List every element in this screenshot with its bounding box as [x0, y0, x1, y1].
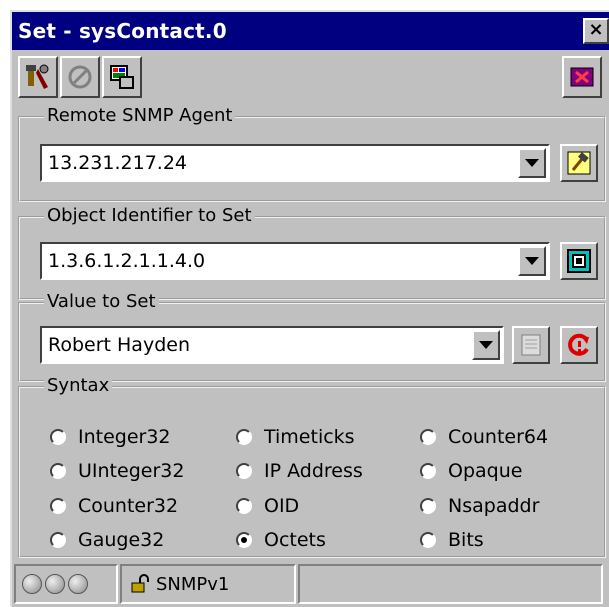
status-protocol: SNMPv1	[120, 564, 296, 604]
value-group: Value to Set Robert Hayden	[18, 291, 606, 382]
radio-button-icon	[236, 463, 252, 479]
close-icon: ×	[588, 19, 604, 40]
chevron-down-icon	[525, 257, 539, 265]
syntax-radio-timeticks[interactable]: Timeticks	[236, 426, 355, 448]
value-legend: Value to Set	[44, 291, 159, 312]
syntax-radio-uinteger32[interactable]: UInteger32	[50, 460, 184, 482]
syntax-radio-counter64[interactable]: Counter64	[420, 426, 548, 448]
oid-combobox[interactable]: 1.3.6.1.2.1.1.4.0	[40, 242, 550, 280]
tools-button[interactable]	[18, 56, 58, 98]
exit-button[interactable]	[562, 56, 602, 98]
unlocked-padlock-icon	[131, 574, 149, 593]
tools-icon	[26, 64, 49, 89]
radio-button-icon	[50, 532, 66, 548]
radio-button-icon	[50, 498, 66, 514]
syntax-radio-label: Nsapaddr	[448, 495, 540, 517]
status-led-icon	[45, 574, 65, 594]
radio-button-icon	[420, 429, 436, 445]
set-dialog-window: Set - sysContact.0 × Remote SNMP Agent 1…	[10, 10, 609, 607]
value-combobox[interactable]: Robert Hayden	[40, 326, 504, 364]
disabled-circle-icon	[68, 65, 92, 89]
value-dropdown-button[interactable]	[472, 330, 500, 360]
syntax-radio-opaque[interactable]: Opaque	[420, 460, 522, 482]
syntax-radio-ip-address[interactable]: IP Address	[236, 460, 363, 482]
radio-button-icon	[50, 463, 66, 479]
syntax-radio-label: UInteger32	[78, 460, 185, 482]
remote-agent-legend: Remote SNMP Agent	[44, 105, 236, 126]
protocol-label: SNMPv1	[156, 573, 230, 595]
radio-button-icon	[420, 532, 436, 548]
view-button[interactable]	[102, 56, 142, 98]
apply-set-button[interactable]	[560, 326, 598, 364]
syntax-radio-octets[interactable]: Octets	[236, 529, 326, 551]
syntax-radio-label: Opaque	[448, 460, 523, 482]
remote-agent-combobox[interactable]: 13.231.217.24	[40, 144, 550, 182]
status-led-icon	[22, 574, 42, 594]
radio-button-icon	[236, 498, 252, 514]
title-bar: Set - sysContact.0 ×	[12, 12, 609, 50]
remote-agent-value: 13.231.217.24	[48, 152, 188, 174]
exit-icon	[570, 67, 594, 87]
syntax-radio-label: Counter32	[78, 495, 179, 517]
refresh-icon	[568, 333, 589, 356]
oid-value: 1.3.6.1.2.1.1.4.0	[48, 250, 206, 272]
oid-legend: Object Identifier to Set	[44, 205, 255, 226]
syntax-radio-nsapaddr[interactable]: Nsapaddr	[420, 495, 539, 517]
stop-button[interactable]	[60, 56, 100, 98]
syntax-group: Syntax Integer32 Timeticks Counter64 UInteg…	[18, 375, 606, 558]
remote-agent-dropdown-button[interactable]	[518, 148, 546, 178]
radio-button-icon	[50, 429, 66, 445]
chevron-down-icon	[479, 341, 493, 349]
syntax-radio-label: Integer32	[78, 426, 171, 448]
value-input-text: Robert Hayden	[48, 334, 190, 356]
syntax-radio-label: IP Address	[264, 460, 363, 482]
square-target-icon	[567, 249, 591, 273]
syntax-radio-counter32[interactable]: Counter32	[50, 495, 178, 517]
status-led-icon	[68, 574, 88, 594]
agent-properties-button[interactable]	[560, 144, 598, 182]
syntax-radio-label: Timeticks	[264, 426, 355, 448]
radio-button-icon	[420, 463, 436, 479]
syntax-legend: Syntax	[44, 375, 113, 396]
radio-button-icon	[420, 498, 436, 514]
oid-dropdown-button[interactable]	[518, 246, 546, 276]
syntax-radio-label: Gauge32	[78, 529, 165, 551]
syntax-radio-bits[interactable]: Bits	[420, 529, 484, 551]
oid-group: Object Identifier to Set 1.3.6.1.2.1.1.4…	[18, 205, 606, 300]
syntax-radio-label: Octets	[264, 529, 326, 551]
syntax-radio-label: OID	[264, 495, 300, 517]
radio-button-icon	[236, 429, 252, 445]
radio-button-icon	[236, 532, 252, 548]
syntax-radio-integer32[interactable]: Integer32	[50, 426, 171, 448]
syntax-radio-label: Counter64	[448, 426, 549, 448]
syntax-radio-label: Bits	[448, 529, 484, 551]
close-button[interactable]: ×	[583, 18, 609, 44]
document-grid-icon	[521, 334, 541, 356]
remote-agent-group: Remote SNMP Agent 13.231.217.24	[18, 105, 606, 202]
window-title: Set - sysContact.0	[18, 19, 227, 43]
status-leds	[14, 564, 118, 604]
value-editor-button[interactable]	[512, 326, 550, 364]
hammer-icon	[567, 151, 591, 175]
screen-icon	[110, 65, 134, 89]
syntax-radio-oid[interactable]: OID	[236, 495, 299, 517]
chevron-down-icon	[525, 159, 539, 167]
oid-browse-button[interactable]	[560, 242, 598, 280]
syntax-radio-gauge32[interactable]: Gauge32	[50, 529, 164, 551]
status-message-panel	[298, 564, 603, 604]
